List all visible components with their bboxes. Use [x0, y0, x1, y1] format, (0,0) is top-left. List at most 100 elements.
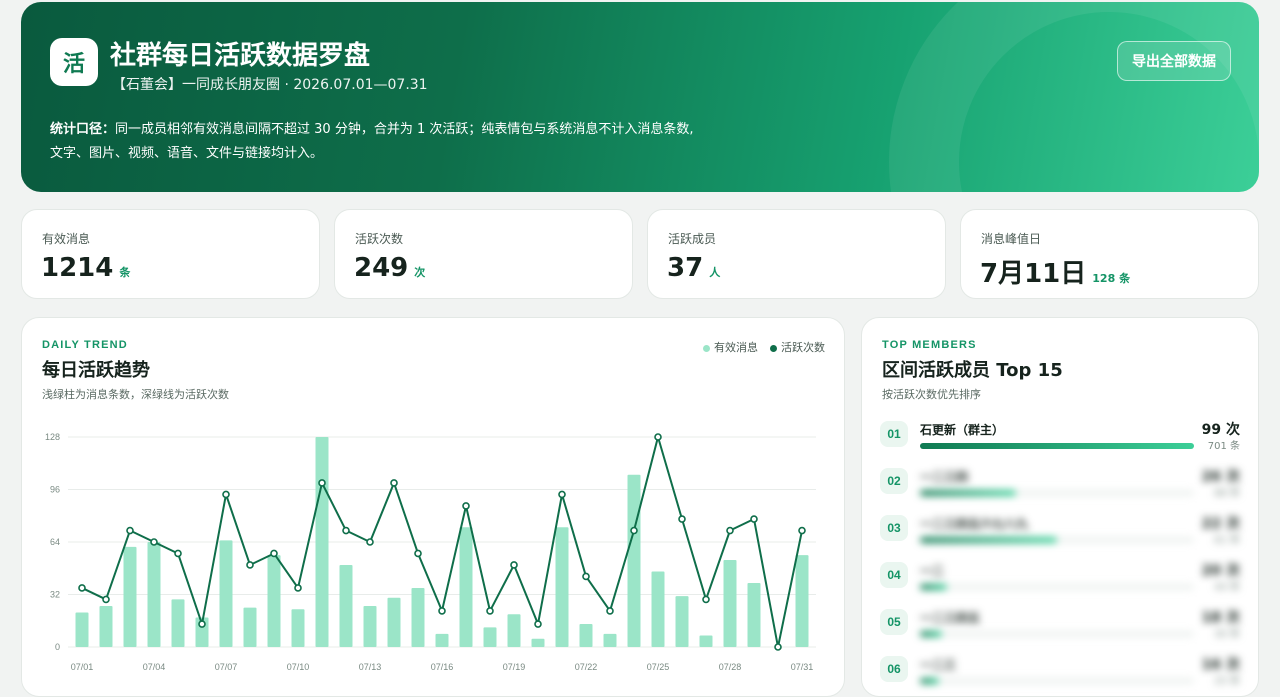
- x-tick-label: 07/04: [143, 662, 166, 672]
- member-msgs: 30 条: [1214, 629, 1240, 640]
- bar: [75, 612, 89, 647]
- bar: [507, 614, 521, 647]
- member-bar-fill: [920, 537, 1057, 543]
- stat-number: 249: [354, 253, 409, 283]
- bar: [243, 607, 257, 647]
- line-point: [390, 479, 398, 487]
- y-tick-label: 128: [45, 432, 60, 442]
- line-point: [102, 595, 110, 604]
- members-subtitle: 按活跃次数优先排序: [882, 388, 981, 401]
- line-point: [342, 526, 350, 535]
- member-row[interactable]: 05 一二三四五 18 次 30 条: [880, 606, 1240, 650]
- y-tick-label: 64: [50, 537, 60, 547]
- members-eyebrow: TOP MEMBERS: [882, 339, 977, 351]
- bar: [747, 583, 761, 647]
- member-bar-fill: [920, 678, 940, 684]
- stat-card-messages: 有效消息 1214 条: [21, 209, 320, 299]
- line-point: [654, 433, 662, 441]
- export-all-button[interactable]: 导出全部数据: [1117, 41, 1231, 81]
- line-point: [198, 620, 206, 628]
- x-tick-label: 07/07: [215, 662, 238, 672]
- x-tick-label: 07/22: [575, 662, 598, 672]
- bar: [339, 564, 353, 647]
- decorative-circle: [889, 2, 1259, 192]
- member-bar-track: [920, 631, 1194, 637]
- line-point: [726, 526, 734, 535]
- stat-unit: 人: [709, 266, 721, 279]
- member-bar-fill: [920, 490, 1016, 496]
- bar: [123, 546, 137, 647]
- x-tick-label: 07/28: [719, 662, 742, 672]
- stat-number: 1214: [41, 253, 114, 283]
- x-tick-label: 07/16: [431, 662, 454, 672]
- daily-trend-card: DAILY TREND 每日活跃趋势 浅绿柱为消息条数，深绿线为活跃次数 有效消…: [21, 317, 845, 697]
- line-point: [582, 572, 590, 581]
- stat-number: 7月11日: [980, 259, 1087, 289]
- line-point: [366, 538, 374, 546]
- app-logo: 活: [50, 38, 98, 86]
- stat-unit: 次: [414, 266, 426, 279]
- x-tick-label: 07/01: [71, 662, 94, 672]
- y-tick-label: 96: [50, 485, 60, 495]
- member-name: 石更新（群主）: [920, 423, 1005, 437]
- member-msgs: 61 条: [1214, 535, 1240, 546]
- bar: [579, 624, 593, 647]
- member-msgs: 88 条: [1214, 488, 1240, 499]
- member-row[interactable]: 06 一二三 16 次 25 条: [880, 653, 1240, 696]
- note-line1: 同一成员相邻有效消息间隔不超过 30 分钟，合并为 1 次活跃；纯表情包与系统消…: [115, 122, 694, 137]
- member-name: 一二三四五六七八九: [920, 517, 1029, 531]
- bar: [795, 555, 809, 647]
- stat-value: 37 人: [667, 253, 720, 283]
- x-tick-label: 07/13: [359, 662, 382, 672]
- member-bar-track: [920, 678, 1194, 684]
- stat-card-activity: 活跃次数 249 次: [334, 209, 633, 299]
- page-title: 社群每日活跃数据罗盘: [110, 41, 371, 71]
- y-tick-label: 32: [50, 590, 60, 600]
- member-row[interactable]: 03 一二三四五六七八九 22 次 61 条: [880, 512, 1240, 556]
- bar: [99, 605, 113, 647]
- member-row[interactable]: 01 石更新（群主） 99 次 701 条: [880, 418, 1240, 462]
- member-count: 99 次: [1201, 422, 1240, 438]
- x-tick-label: 07/31: [791, 662, 814, 672]
- bar: [675, 596, 689, 647]
- member-bar-fill: [920, 443, 1194, 449]
- line-point: [534, 620, 542, 628]
- bar: [315, 437, 329, 647]
- bar: [723, 560, 737, 647]
- member-name: 一二三四: [920, 470, 969, 484]
- line-point: [414, 549, 422, 558]
- member-row[interactable]: 02 一二三四 26 次 88 条: [880, 465, 1240, 509]
- member-count: 22 次: [1201, 516, 1240, 532]
- bar: [387, 597, 401, 647]
- line-point: [78, 584, 86, 592]
- stat-card-peak-day: 消息峰值日 7月11日 128 条: [960, 209, 1259, 299]
- note-line2: 文字、图片、视频、语音、文件与链接均计入。: [50, 146, 324, 161]
- line-point: [318, 479, 326, 487]
- member-name: 一二三四五: [920, 611, 981, 625]
- member-rank: 02: [880, 468, 908, 494]
- bar: [219, 540, 233, 647]
- bar: [411, 587, 425, 647]
- stat-unit: 128 条: [1092, 272, 1131, 285]
- bar: [627, 474, 641, 647]
- member-count: 26 次: [1201, 469, 1240, 485]
- bar: [147, 542, 161, 647]
- stat-value: 249 次: [354, 253, 425, 283]
- stat-label: 活跃成员: [668, 232, 717, 246]
- member-row[interactable]: 04 一二 20 次 44 条: [880, 559, 1240, 603]
- bar: [603, 633, 617, 647]
- stat-label: 有效消息: [42, 232, 91, 246]
- stat-method-note: 统计口径：同一成员相邻有效消息间隔不超过 30 分钟，合并为 1 次活跃；纯表情…: [50, 118, 770, 166]
- member-rank: 05: [880, 609, 908, 635]
- line-point: [438, 607, 446, 615]
- line-point: [702, 595, 710, 604]
- bar: [363, 605, 377, 647]
- x-tick-label: 07/19: [503, 662, 526, 672]
- bar: [699, 635, 713, 647]
- bar: [555, 527, 569, 647]
- line-point: [270, 549, 278, 558]
- y-tick-label: 0: [55, 642, 60, 652]
- member-bar-fill: [920, 631, 942, 637]
- member-count: 16 次: [1201, 657, 1240, 673]
- line-point: [294, 584, 302, 592]
